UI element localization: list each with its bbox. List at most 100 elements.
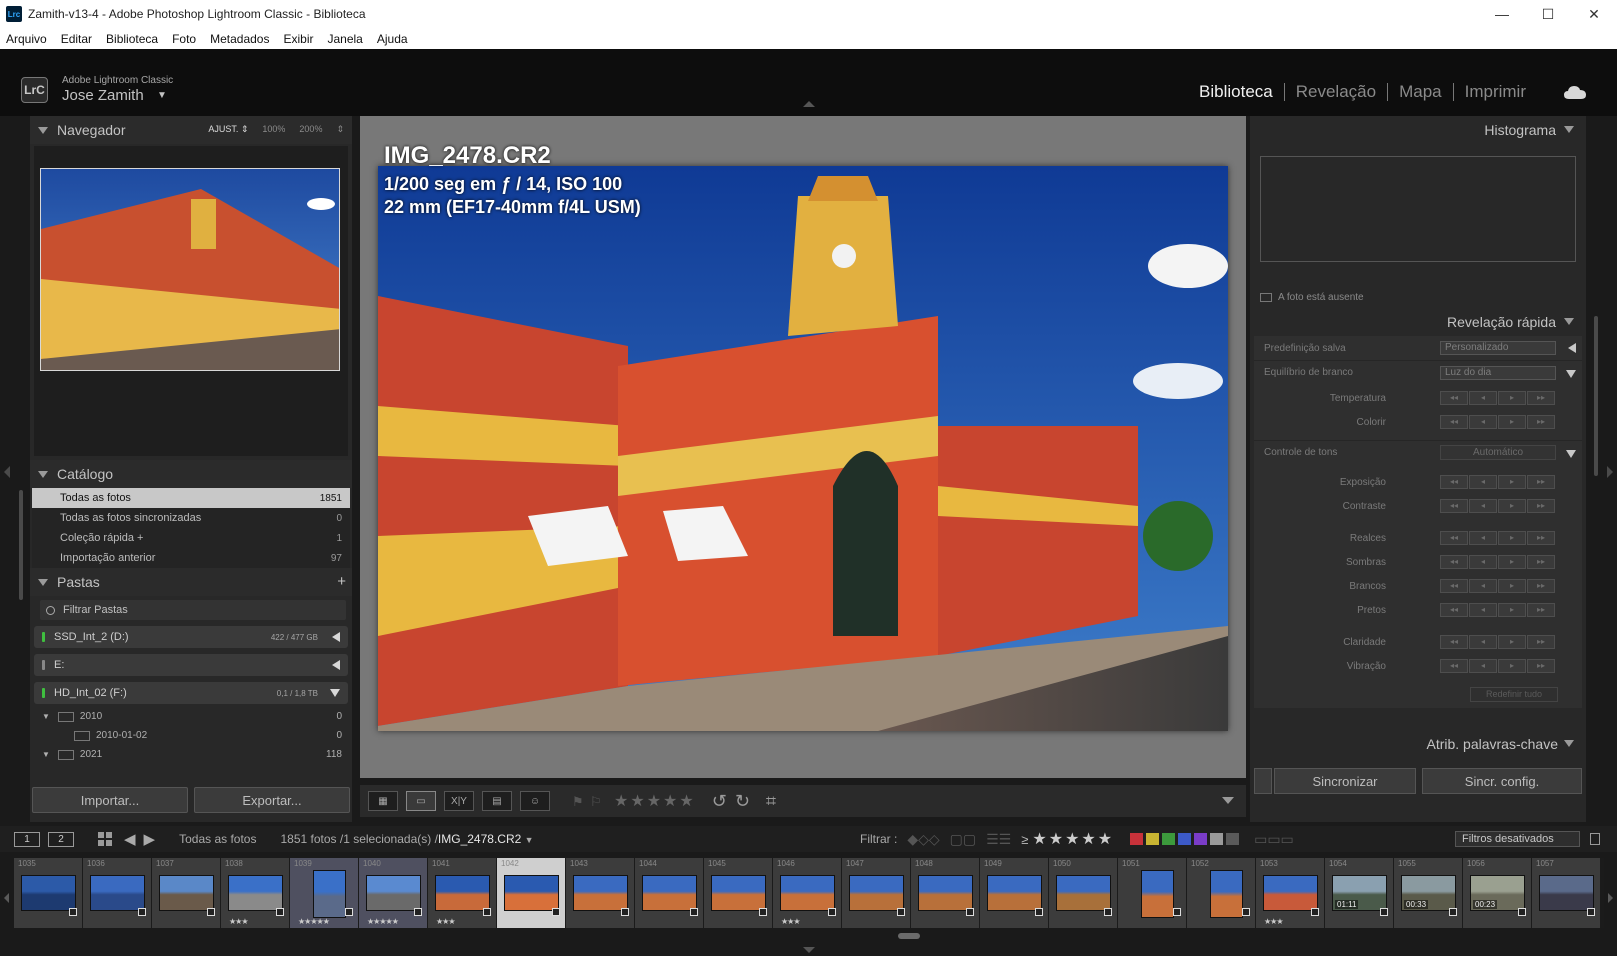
step-dec[interactable]: ◂ bbox=[1469, 659, 1497, 673]
filmstrip-scroll-right-icon[interactable] bbox=[1608, 893, 1613, 903]
import-button[interactable]: Importar... bbox=[32, 787, 188, 813]
expand-down-icon[interactable] bbox=[1566, 450, 1576, 458]
loupe-view-icon[interactable]: ▭ bbox=[406, 791, 436, 811]
expand-down-icon[interactable] bbox=[1566, 370, 1576, 378]
step-inc[interactable]: ▸ bbox=[1498, 659, 1526, 673]
exposure-stepper[interactable]: ◂◂ ◂ ▸ ▸▸ bbox=[1440, 475, 1555, 489]
catalog-item-quick-collection[interactable]: Coleção rápida + 1 bbox=[32, 528, 350, 548]
crop-overlay-icon[interactable]: ⌗ bbox=[766, 791, 776, 812]
edit-badge-icon[interactable] bbox=[138, 908, 146, 916]
navigator-thumbnail[interactable] bbox=[40, 168, 340, 371]
flag-filter-icons[interactable]: ◆◇◇ bbox=[907, 831, 939, 848]
step-inc[interactable]: ▸ bbox=[1498, 531, 1526, 545]
edit-badge-icon[interactable] bbox=[690, 908, 698, 916]
expand-left-icon[interactable] bbox=[332, 632, 340, 642]
collapse-triangle-icon[interactable] bbox=[38, 126, 48, 134]
zoom-more[interactable]: ⇕ bbox=[336, 124, 344, 135]
step-dec-large[interactable]: ◂◂ bbox=[1440, 555, 1468, 569]
folder-row-2010-01-02[interactable]: 2010-01-02 0 bbox=[30, 726, 352, 745]
step-dec-large[interactable]: ◂◂ bbox=[1440, 635, 1468, 649]
edit-badge-icon[interactable] bbox=[759, 908, 767, 916]
navigator-header[interactable]: Navegador AJUST. ⇕ 100% 200% ⇕ bbox=[30, 116, 352, 144]
step-inc-large[interactable]: ▸▸ bbox=[1527, 475, 1555, 489]
grid-icon[interactable] bbox=[98, 832, 112, 846]
people-view-icon[interactable]: ☺ bbox=[520, 791, 550, 811]
step-inc-large[interactable]: ▸▸ bbox=[1527, 659, 1555, 673]
filmstrip-thumbnail[interactable]: 1057 bbox=[1532, 858, 1601, 928]
step-inc-large[interactable]: ▸▸ bbox=[1527, 499, 1555, 513]
step-inc-large[interactable]: ▸▸ bbox=[1527, 555, 1555, 569]
zoom-100[interactable]: 100% bbox=[262, 124, 285, 135]
rating-filter-stars[interactable]: ★★★★★ bbox=[1032, 829, 1114, 849]
step-dec[interactable]: ◂ bbox=[1469, 475, 1497, 489]
rating-stars[interactable]: ★★★★★ bbox=[614, 791, 696, 811]
virtual-copy-filter-icons[interactable]: ▢▢ bbox=[950, 831, 976, 848]
edit-badge-icon[interactable] bbox=[897, 908, 905, 916]
color-label-red[interactable] bbox=[1130, 833, 1144, 845]
step-dec[interactable]: ◂ bbox=[1469, 603, 1497, 617]
filmstrip-thumbnail[interactable]: 1049 bbox=[980, 858, 1049, 928]
rating-comparator[interactable]: ≥ bbox=[1021, 832, 1028, 847]
folder-expand-icon[interactable]: ▼ bbox=[42, 712, 50, 721]
compare-view-icon[interactable]: X|Y bbox=[444, 791, 474, 811]
keywording-header[interactable]: Atrib. palavras-chave bbox=[1250, 730, 1586, 756]
filmstrip-thumbnail[interactable]: 1045 bbox=[704, 858, 773, 928]
back-arrow-icon[interactable]: ◀ bbox=[124, 830, 136, 848]
step-inc[interactable]: ▸ bbox=[1498, 579, 1526, 593]
edit-badge-icon[interactable] bbox=[483, 908, 491, 916]
step-dec-large[interactable]: ◂◂ bbox=[1440, 391, 1468, 405]
menu-biblioteca[interactable]: Biblioteca bbox=[106, 32, 158, 46]
filmstrip-thumbnail[interactable]: 1052 bbox=[1187, 858, 1256, 928]
color-label-yellow[interactable] bbox=[1146, 833, 1160, 845]
catalog-item-synced[interactable]: Todas as fotos sincronizadas 0 bbox=[32, 508, 350, 528]
step-dec-large[interactable]: ◂◂ bbox=[1440, 499, 1468, 513]
add-folder-button[interactable]: + bbox=[337, 573, 346, 590]
filter-folders-input[interactable]: Filtrar Pastas bbox=[40, 600, 346, 620]
folder-row-2010[interactable]: ▼ 2010 0 bbox=[30, 707, 352, 726]
step-inc-large[interactable]: ▸▸ bbox=[1527, 579, 1555, 593]
shadows-stepper[interactable]: ◂◂ ◂ ▸ ▸▸ bbox=[1440, 555, 1555, 569]
right-panel-scrollbar[interactable] bbox=[1594, 316, 1598, 476]
second-window-button[interactable]: 2 bbox=[48, 831, 74, 847]
survey-view-icon[interactable]: ▤ bbox=[482, 791, 512, 811]
step-dec[interactable]: ◂ bbox=[1469, 579, 1497, 593]
step-dec-large[interactable]: ◂◂ bbox=[1440, 475, 1468, 489]
auto-sync-toggle[interactable] bbox=[1254, 768, 1272, 794]
highlights-stepper[interactable]: ◂◂ ◂ ▸ ▸▸ bbox=[1440, 531, 1555, 545]
contrast-stepper[interactable]: ◂◂ ◂ ▸ ▸▸ bbox=[1440, 499, 1555, 513]
cloud-icon[interactable] bbox=[1563, 84, 1587, 100]
collapse-triangle-icon[interactable] bbox=[38, 578, 48, 586]
edit-badge-icon[interactable] bbox=[69, 908, 77, 916]
step-dec[interactable]: ◂ bbox=[1469, 499, 1497, 513]
step-dec[interactable]: ◂ bbox=[1469, 415, 1497, 429]
step-inc-large[interactable]: ▸▸ bbox=[1527, 603, 1555, 617]
rotate-left-icon[interactable]: ↺ bbox=[712, 791, 727, 812]
blacks-stepper[interactable]: ◂◂ ◂ ▸ ▸▸ bbox=[1440, 603, 1555, 617]
step-inc[interactable]: ▸ bbox=[1498, 603, 1526, 617]
filmstrip-scrollbar[interactable] bbox=[898, 933, 920, 939]
filmstrip[interactable]: 1035 1036 1037 1038 ★★★ 1039 ★★★★★ 1040 ★★★★★ 104… bbox=[14, 858, 1604, 928]
saved-preset-select[interactable]: Personalizado bbox=[1440, 341, 1556, 355]
folder-row-2021[interactable]: ▼ 2021 118 bbox=[30, 745, 352, 764]
color-label-none[interactable] bbox=[1226, 833, 1240, 845]
temperature-stepper[interactable]: ◂◂ ◂ ▸ ▸▸ bbox=[1440, 391, 1555, 405]
menu-exibir[interactable]: Exibir bbox=[283, 32, 313, 46]
filmstrip-thumbnail[interactable]: 1056 00:23 bbox=[1463, 858, 1532, 928]
edit-badge-icon[interactable] bbox=[414, 908, 422, 916]
filmstrip-thumbnail[interactable]: 1047 bbox=[842, 858, 911, 928]
step-dec[interactable]: ◂ bbox=[1469, 555, 1497, 569]
expand-down-icon[interactable] bbox=[330, 689, 340, 697]
kind-filter-icons[interactable]: ▭▭▭ bbox=[1254, 831, 1294, 848]
module-biblioteca[interactable]: Biblioteca bbox=[1188, 83, 1285, 101]
edit-badge-icon[interactable] bbox=[1518, 908, 1526, 916]
step-inc[interactable]: ▸ bbox=[1498, 499, 1526, 513]
step-dec-large[interactable]: ◂◂ bbox=[1440, 579, 1468, 593]
filename-dropdown-icon[interactable]: ▼ bbox=[525, 835, 534, 845]
volume-ssd-int-2[interactable]: SSD_Int_2 (D:) 422 / 477 GB bbox=[34, 626, 348, 648]
catalog-item-all-photos[interactable]: Todas as fotos 1851 bbox=[32, 488, 350, 508]
edit-badge-icon[interactable] bbox=[207, 908, 215, 916]
color-label-blue[interactable] bbox=[1178, 833, 1192, 845]
filmstrip-thumbnail[interactable]: 1035 bbox=[14, 858, 83, 928]
collapse-triangle-icon[interactable] bbox=[1564, 318, 1574, 325]
filter-lock-icon[interactable] bbox=[1590, 833, 1600, 845]
